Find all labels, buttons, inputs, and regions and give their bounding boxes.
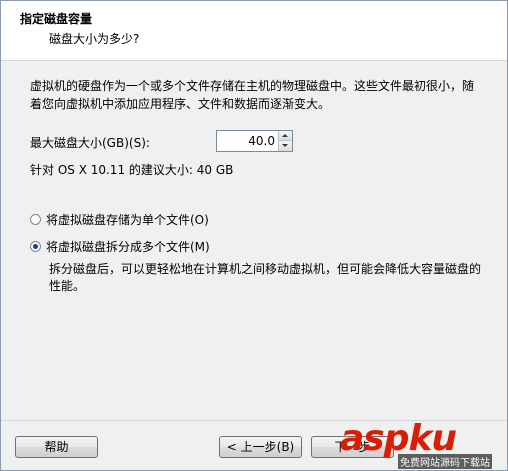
option-split-files-label: 将虚拟磁盘拆分成多个文件(M) bbox=[46, 240, 210, 254]
spin-buttons bbox=[278, 131, 292, 151]
recommended-size-text: 针对 OS X 10.11 的建议大小: 40 GB bbox=[30, 163, 234, 177]
watermark-brand: aspku bbox=[340, 418, 457, 459]
increment-button[interactable] bbox=[278, 131, 292, 141]
disk-size-input[interactable] bbox=[217, 131, 279, 151]
split-note-text: 拆分磁盘后，可以更轻松地在计算机之间移动虚拟机，但可能会降低大容量磁盘的性能。 bbox=[49, 262, 482, 293]
chevron-down-icon bbox=[282, 144, 288, 147]
watermark-tagline: 免费网站源码下载站 bbox=[398, 454, 492, 469]
radio-single-file[interactable] bbox=[30, 214, 41, 225]
option-single-file[interactable]: 将虚拟磁盘存储为单个文件(O) bbox=[30, 211, 209, 228]
decrement-button[interactable] bbox=[278, 141, 292, 151]
disk-size-label: 最大磁盘大小(GB)(S): bbox=[30, 136, 150, 150]
dialog-window bbox=[0, 0, 508, 471]
help-button[interactable]: 帮助 bbox=[15, 436, 98, 458]
option-single-file-label: 将虚拟磁盘存储为单个文件(O) bbox=[46, 213, 209, 227]
page-subtitle: 磁盘大小为多少? bbox=[49, 32, 140, 46]
chevron-up-icon bbox=[282, 134, 288, 137]
page-title: 指定磁盘容量 bbox=[20, 12, 93, 26]
option-split-files[interactable]: 将虚拟磁盘拆分成多个文件(M) bbox=[30, 238, 210, 255]
watermark-logo: aspku 免费网站源码下载站 bbox=[340, 418, 508, 471]
description-text: 虚拟机的硬盘作为一个或多个文件存储在主机的物理磁盘中。这些文件最初很小，随着您向… bbox=[30, 79, 475, 111]
wizard-header: 指定磁盘容量 磁盘大小为多少? bbox=[1, 1, 507, 61]
disk-size-stepper bbox=[216, 130, 293, 152]
radio-split-files[interactable] bbox=[30, 241, 41, 252]
back-button[interactable]: < 上一步(B) bbox=[219, 436, 302, 458]
